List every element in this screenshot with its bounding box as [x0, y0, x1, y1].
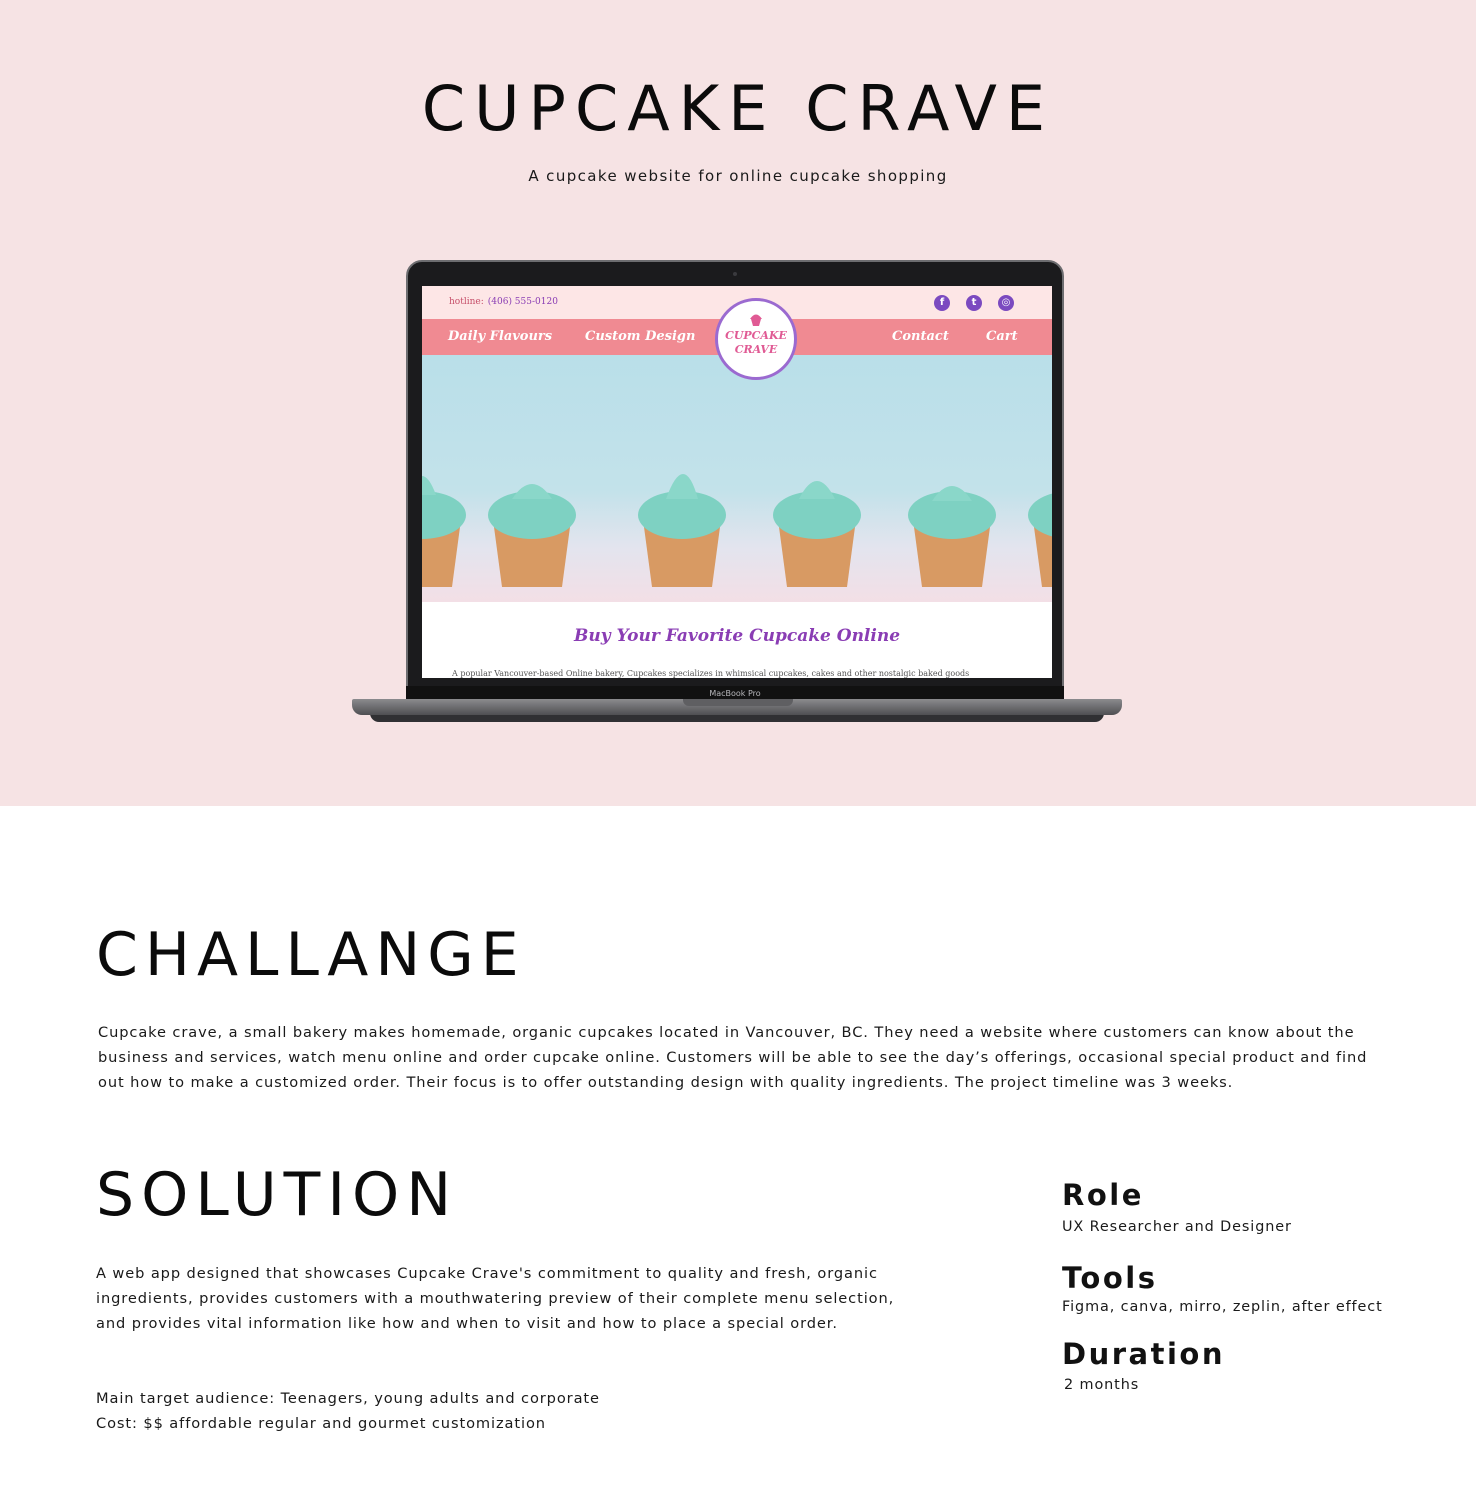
cupcake-image: [488, 484, 576, 587]
challenge-heading: CHALLANGE: [96, 920, 526, 990]
logo-line1: CUPCAKE: [725, 329, 787, 342]
nav-custom-design[interactable]: Custom Design: [585, 329, 695, 344]
solution-heading: SOLUTION: [96, 1160, 459, 1230]
twitter-icon[interactable]: t: [966, 295, 982, 311]
tools-heading: Tools: [1062, 1261, 1158, 1295]
challenge-text: Cupcake crave, a small bakery makes home…: [98, 1024, 1368, 1091]
facebook-icon[interactable]: f: [934, 295, 950, 311]
cupcake-image: [773, 481, 861, 587]
nav-cart[interactable]: Cart: [986, 329, 1018, 344]
role-value: UX Researcher and Designer: [1062, 1219, 1292, 1235]
nav-contact[interactable]: Contact: [892, 329, 949, 344]
laptop-notch: [683, 699, 793, 706]
page-subtitle: A cupcake website for online cupcake sho…: [528, 167, 948, 185]
hotline-label: hotline:: [449, 297, 484, 307]
camera-icon: [733, 272, 737, 276]
solution-text: A web app designed that showcases Cupcak…: [96, 1265, 895, 1332]
site-logo[interactable]: CUPCAKE CRAVE: [715, 298, 797, 380]
duration-heading: Duration: [1062, 1337, 1225, 1371]
tools-value: Figma, canva, mirro, zeplin, after effec…: [1062, 1299, 1383, 1315]
cupcake-image: [1028, 493, 1052, 587]
logo-line2: CRAVE: [734, 343, 778, 356]
logo-text: CUPCAKE CRAVE: [718, 329, 794, 357]
site-heading: Buy Your Favorite Cupcake Online: [573, 626, 901, 646]
hero-section: CUPCAKE CRAVE A cupcake website for onli…: [0, 0, 1476, 806]
site-intro-text: A popular Vancouver-based Online bakery,…: [452, 669, 970, 678]
cupcakes-photo: [422, 355, 1052, 602]
device-label: MacBook Pro: [709, 689, 761, 698]
cupcake-image: [638, 474, 726, 587]
solution-meta: Main target audience: Teenagers, young a…: [96, 1386, 896, 1436]
nav-daily-flavours[interactable]: Daily Flavours: [448, 329, 552, 344]
role-heading: Role: [1062, 1178, 1144, 1212]
hotline: hotline: (406) 555-0120: [449, 297, 558, 307]
cupcake-icon: [750, 314, 762, 326]
instagram-icon[interactable]: ◎: [998, 295, 1014, 311]
target-audience: Main target audience: Teenagers, young a…: [96, 1390, 600, 1407]
cupcake-image: [908, 486, 996, 587]
laptop-screen: hotline: (406) 555-0120 f t ◎ Daily Flavo…: [422, 286, 1052, 678]
cupcake-image: [422, 476, 466, 587]
cost: Cost: $$ affordable regular and gourmet …: [96, 1415, 546, 1432]
hotline-number[interactable]: (406) 555-0120: [488, 297, 558, 307]
duration-value: 2 months: [1064, 1377, 1140, 1393]
page-title: CUPCAKE CRAVE: [421, 72, 1055, 145]
